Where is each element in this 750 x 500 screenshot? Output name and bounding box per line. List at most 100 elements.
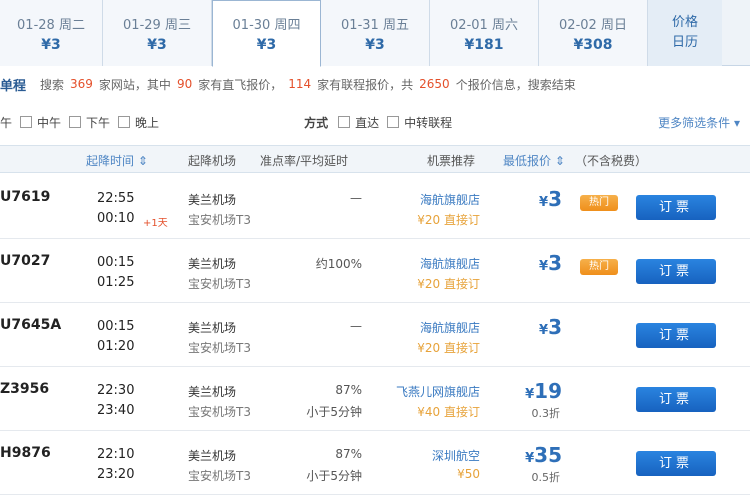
flight-number: U7645A [0,317,62,333]
results-header: 起降时间 ⇕ 起降机场 准点率/平均延时 机票推荐 最低报价 ⇕ （不含税费） [0,145,750,173]
summary-text: 搜索 [40,77,65,92]
tab-price: ¥3 [147,36,167,53]
sort-dep-time[interactable]: 起降时间 ⇕ [86,152,148,169]
filter-noon-checkbox[interactable] [20,116,33,128]
date-tab-active[interactable]: 01-30 周四 ¥3 [212,0,321,67]
discount-label: 0.3折 [531,407,561,420]
filter-afternoon-label: 下午 [86,115,111,130]
filter-afternoon-checkbox[interactable] [69,116,82,128]
book-button[interactable]: 订票 [636,259,716,284]
dep-airport: 美兰机场 [188,385,237,399]
filter-mode-label: 方式 [304,115,329,130]
book-button[interactable]: 订票 [636,387,716,412]
filter-direct-checkbox[interactable] [338,116,351,128]
recommended-shop-link[interactable]: 海航旗舰店 [420,319,480,336]
flight-row: U7645A 00:15 01:20 美兰机场 宝安机场T3 — 海航旗舰店 ¥… [0,303,750,367]
date-tab[interactable]: 02-01 周六 ¥181 [430,0,539,66]
tab-date: 02-02 周日 [559,17,627,33]
price-value: 19 [534,379,562,403]
flight-number: H9876 [0,445,51,461]
direct-book-note: ¥40 直接订 [417,405,480,419]
tab-price: ¥181 [464,36,504,53]
dep-time: 22:30 [97,383,135,398]
summary-text: 家有直飞报价， [198,77,283,92]
recommended-shop-link[interactable]: 飞燕儿网旗舰店 [396,383,480,400]
hot-badge: 热门 [580,195,618,211]
arr-airport: 宝安机场T3 [188,405,251,419]
avg-delay: 小于5分钟 [306,469,362,483]
arr-time: 01:20 [97,339,135,354]
book-button[interactable]: 订票 [636,323,716,348]
filter-direct-label: 直达 [355,115,380,130]
dep-airport: 美兰机场 [188,257,237,271]
arr-time: 01:25 [97,275,135,290]
direct-book-note: ¥50 [457,467,480,481]
direct-count: 90 [176,77,193,91]
punctuality-rate: 约100% [315,257,362,271]
currency-symbol: ¥ [525,451,535,466]
price-calendar-tab[interactable]: 价格 日历 [648,0,722,66]
filter-evening-label: 晚上 [135,115,160,130]
recommended-shop-link[interactable]: 海航旗舰店 [420,255,480,272]
calendar-label-1: 价格 [671,15,698,30]
book-button[interactable]: 订票 [636,451,716,476]
date-tab[interactable]: 01-28 周二 ¥3 [0,0,103,66]
next-day-badge: +1天 [143,218,168,229]
filter-bar: 午 中午 下午 晚上 方式 直达 中转联程 更多筛选条件 ▾ [0,110,750,134]
date-tab[interactable]: 01-29 周三 ¥3 [103,0,212,66]
lowest-price: ¥19 [525,379,562,403]
filter-time-label: 午 [0,115,13,130]
arr-airport: 宝安机场T3 [188,341,251,355]
header-tax-note: （不含税费） [575,154,648,168]
book-button[interactable]: 订票 [636,195,716,220]
dep-time: 22:55 [97,191,135,206]
lowest-price: ¥35 [525,443,562,467]
more-filters-link[interactable]: 更多筛选条件 ▾ [658,114,740,131]
summary-text: 家网站，其中 [98,77,171,92]
filter-transfer-checkbox[interactable] [387,116,400,128]
price-value: 3 [548,187,562,211]
header-recommend: 机票推荐 [427,154,476,168]
tab-price: ¥3 [256,37,277,53]
punctuality-rate: — [350,191,362,205]
currency-symbol: ¥ [539,195,549,210]
discount-label: 0.5折 [531,471,561,484]
date-tab[interactable]: 01-31 周五 ¥3 [321,0,430,66]
price-value: 3 [548,315,562,339]
lowest-price: ¥3 [539,315,562,339]
currency-symbol: ¥ [525,387,535,402]
direct-book-note: ¥20 直接订 [417,277,480,291]
tab-date: 01-29 周三 [123,17,191,33]
tab-date: 02-01 周六 [450,17,518,33]
dep-time: 00:15 [97,255,135,270]
recommended-shop-link[interactable]: 海航旗舰店 [420,191,480,208]
tab-date: 01-28 周二 [17,17,85,33]
dep-airport: 美兰机场 [188,193,237,207]
dep-time: 00:15 [97,319,135,334]
date-tab[interactable]: 02-02 周日 ¥308 [539,0,648,66]
lowest-price: ¥3 [539,251,562,275]
hot-badge: 热门 [580,259,618,275]
flight-number: U7027 [0,253,51,269]
flight-row: U7027 00:15 01:25 美兰机场 宝安机场T3 约100% 海航旗舰… [0,239,750,303]
summary-text: 个报价信息，搜索结束 [455,77,576,92]
flight-row: U7619 22:55 00:10 +1天 美兰机场 宝安机场T3 — 海航旗舰… [0,175,750,239]
filter-evening-checkbox[interactable] [118,116,131,128]
arr-time: 23:20 [97,467,135,482]
summary-text: 家有联程报价，共 [317,77,414,92]
direct-book-note: ¥20 直接订 [417,341,480,355]
header-airport: 起降机场 [188,154,237,168]
arr-time: 00:10 [97,211,135,226]
sort-lowest-price[interactable]: 最低报价 ⇕ [503,152,565,169]
trip-type: 单程 [0,78,27,94]
arr-time: 23:40 [97,403,135,418]
calendar-label-2: 日历 [671,35,698,50]
tab-date: 01-30 周四 [232,18,301,33]
punctuality-rate: 87% [335,447,362,461]
site-count: 369 [70,77,93,91]
recommended-shop-link[interactable]: 深圳航空 [432,447,480,464]
header-punctuality: 准点率/平均延时 [260,154,349,168]
currency-symbol: ¥ [539,259,549,274]
filter-transfer-label: 中转联程 [404,115,453,130]
flight-list: U7619 22:55 00:10 +1天 美兰机场 宝安机场T3 — 海航旗舰… [0,175,750,495]
